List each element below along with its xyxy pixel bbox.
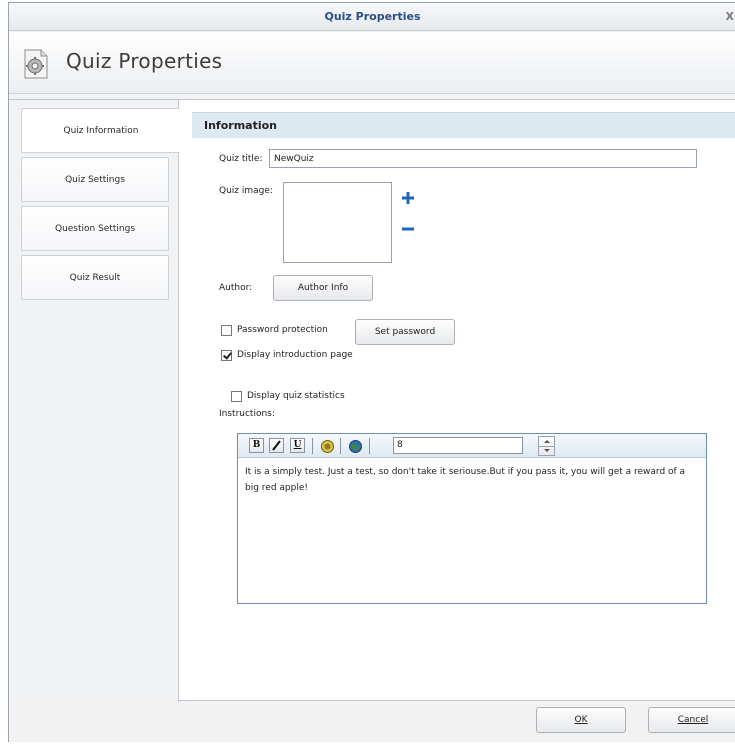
font-size-input[interactable]: 8	[393, 437, 523, 454]
globe-icon	[349, 440, 362, 453]
insert-link-button[interactable]	[347, 438, 362, 453]
add-image-icon[interactable]	[402, 192, 414, 204]
display-introduction-label: Display introduction page	[237, 350, 353, 360]
close-icon[interactable]: X	[726, 3, 734, 31]
page-title: Quiz Properties	[66, 49, 223, 73]
editor-toolbar: B U 8	[238, 434, 706, 458]
gear-document-icon	[24, 49, 48, 79]
sidebar-item-question-settings[interactable]: Question Settings	[21, 206, 169, 251]
display-statistics-checkbox[interactable]	[231, 391, 242, 402]
toolbar-separator	[340, 438, 341, 454]
stepper-divider	[539, 446, 554, 447]
italic-button[interactable]	[269, 438, 284, 453]
display-introduction-checkbox[interactable]	[221, 350, 232, 361]
window-title: Quiz Properties	[324, 10, 421, 23]
password-protection-checkbox[interactable]	[221, 325, 232, 336]
title-bar: Quiz Properties X	[9, 3, 735, 31]
instructions-label: Instructions:	[219, 409, 275, 419]
ok-button[interactable]: OK	[536, 707, 626, 733]
instructions-text[interactable]: It is a simply test. Just a test, so don…	[245, 464, 700, 496]
instructions-editor[interactable]: B U 8 It is a simply test. Just a test, …	[237, 433, 707, 604]
sidebar-item-quiz-settings[interactable]: Quiz Settings	[21, 157, 169, 202]
remove-image-icon[interactable]	[402, 227, 414, 231]
information-heading: Information	[192, 112, 735, 138]
italic-icon	[272, 440, 281, 451]
quiz-image-box[interactable]	[283, 182, 392, 263]
underline-button[interactable]: U	[290, 438, 305, 453]
author-info-button[interactable]: Author Info	[273, 275, 373, 301]
quiz-properties-window: Quiz Properties X Quiz Properties Quiz I…	[8, 2, 735, 742]
toolbar-separator	[312, 438, 313, 454]
ok-label: OK	[574, 715, 588, 725]
quiz-title-label: Quiz title:	[219, 154, 263, 164]
header: Quiz Properties	[9, 32, 735, 94]
password-protection-label: Password protection	[237, 325, 328, 335]
cancel-label: Cancel	[677, 715, 709, 725]
toolbar-separator	[369, 438, 370, 454]
cancel-button[interactable]: Cancel	[648, 707, 735, 733]
display-statistics-label: Display quiz statistics	[247, 391, 345, 401]
quiz-image-label: Quiz image:	[219, 186, 273, 196]
set-password-button[interactable]: Set password	[355, 319, 455, 345]
insert-image-button[interactable]	[319, 438, 334, 453]
font-size-stepper[interactable]	[538, 436, 555, 456]
image-icon	[321, 440, 334, 453]
bold-button[interactable]: B	[249, 438, 264, 453]
content-area: Quiz Information Quiz Settings Question …	[9, 99, 735, 702]
quiz-title-input[interactable]	[269, 149, 697, 168]
author-label: Author:	[219, 283, 253, 293]
sidebar-item-quiz-information[interactable]: Quiz Information	[21, 108, 180, 153]
sidebar: Quiz Information Quiz Settings Question …	[9, 100, 180, 702]
sidebar-item-quiz-result[interactable]: Quiz Result	[21, 255, 169, 300]
